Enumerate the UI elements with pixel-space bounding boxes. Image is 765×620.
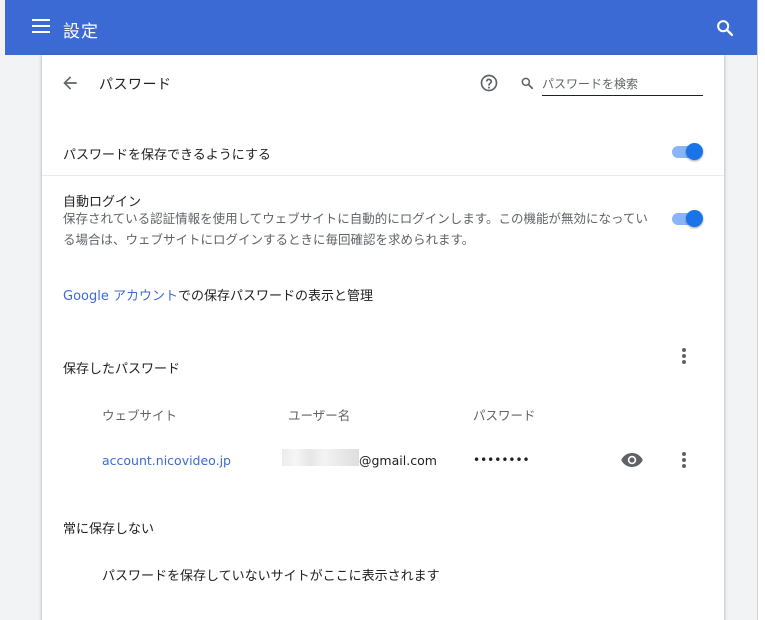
saved-passwords-title: 保存したパスワード — [63, 362, 181, 377]
saved-password-website-link[interactable]: account.nicovideo.jp — [102, 453, 231, 468]
auto-signin-description: 保存されている認証情報を使用してウェブサイトに自動的にログインします。この機能が… — [63, 211, 648, 247]
column-header-password: パスワード — [473, 408, 536, 423]
app-title: 設定 — [63, 22, 99, 42]
search-icon — [521, 77, 534, 90]
password-search-input[interactable] — [542, 72, 703, 96]
offer-to-save-toggle[interactable] — [672, 142, 704, 160]
column-header-website: ウェブサイト — [102, 408, 178, 423]
settings-toolbar: 設定 — [5, 0, 757, 55]
divider — [42, 175, 724, 176]
never-saved-title: 常に保存しない — [63, 522, 155, 537]
settings-window: 設定 パスワード パスワードを保存できるようにする 自動ログイン 保存されている — [5, 0, 757, 620]
search-icon[interactable] — [714, 17, 736, 39]
page-title: パスワード — [99, 77, 172, 93]
hamburger-menu-icon[interactable] — [32, 19, 50, 35]
help-icon[interactable] — [479, 73, 499, 93]
auto-signin-toggle[interactable] — [672, 209, 704, 227]
passwords-card: パスワード パスワードを保存できるようにする 自動ログイン 保存されている認証情… — [42, 55, 724, 620]
row-more-vert-icon[interactable] — [674, 450, 694, 470]
more-vert-icon[interactable] — [674, 346, 694, 366]
never-saved-empty-message: パスワードを保存していないサイトがここに表示されます — [102, 569, 440, 584]
google-account-link[interactable]: Google アカウント — [63, 289, 178, 304]
username-redacted-area — [282, 449, 359, 466]
saved-password-username: @gmail.com — [359, 453, 437, 468]
arrow-back-icon[interactable] — [60, 73, 80, 93]
background-window-right-edge — [757, 0, 765, 620]
offer-to-save-label: パスワードを保存できるようにする — [63, 148, 271, 163]
manage-passwords-text: での保存パスワードの表示と管理 — [177, 289, 373, 304]
saved-password-masked: •••••••• — [473, 453, 530, 467]
show-password-eye-icon[interactable] — [620, 451, 644, 469]
column-header-username: ユーザー名 — [288, 408, 351, 423]
manage-passwords-line: Google アカウントでの保存パスワードの表示と管理 — [63, 285, 373, 304]
